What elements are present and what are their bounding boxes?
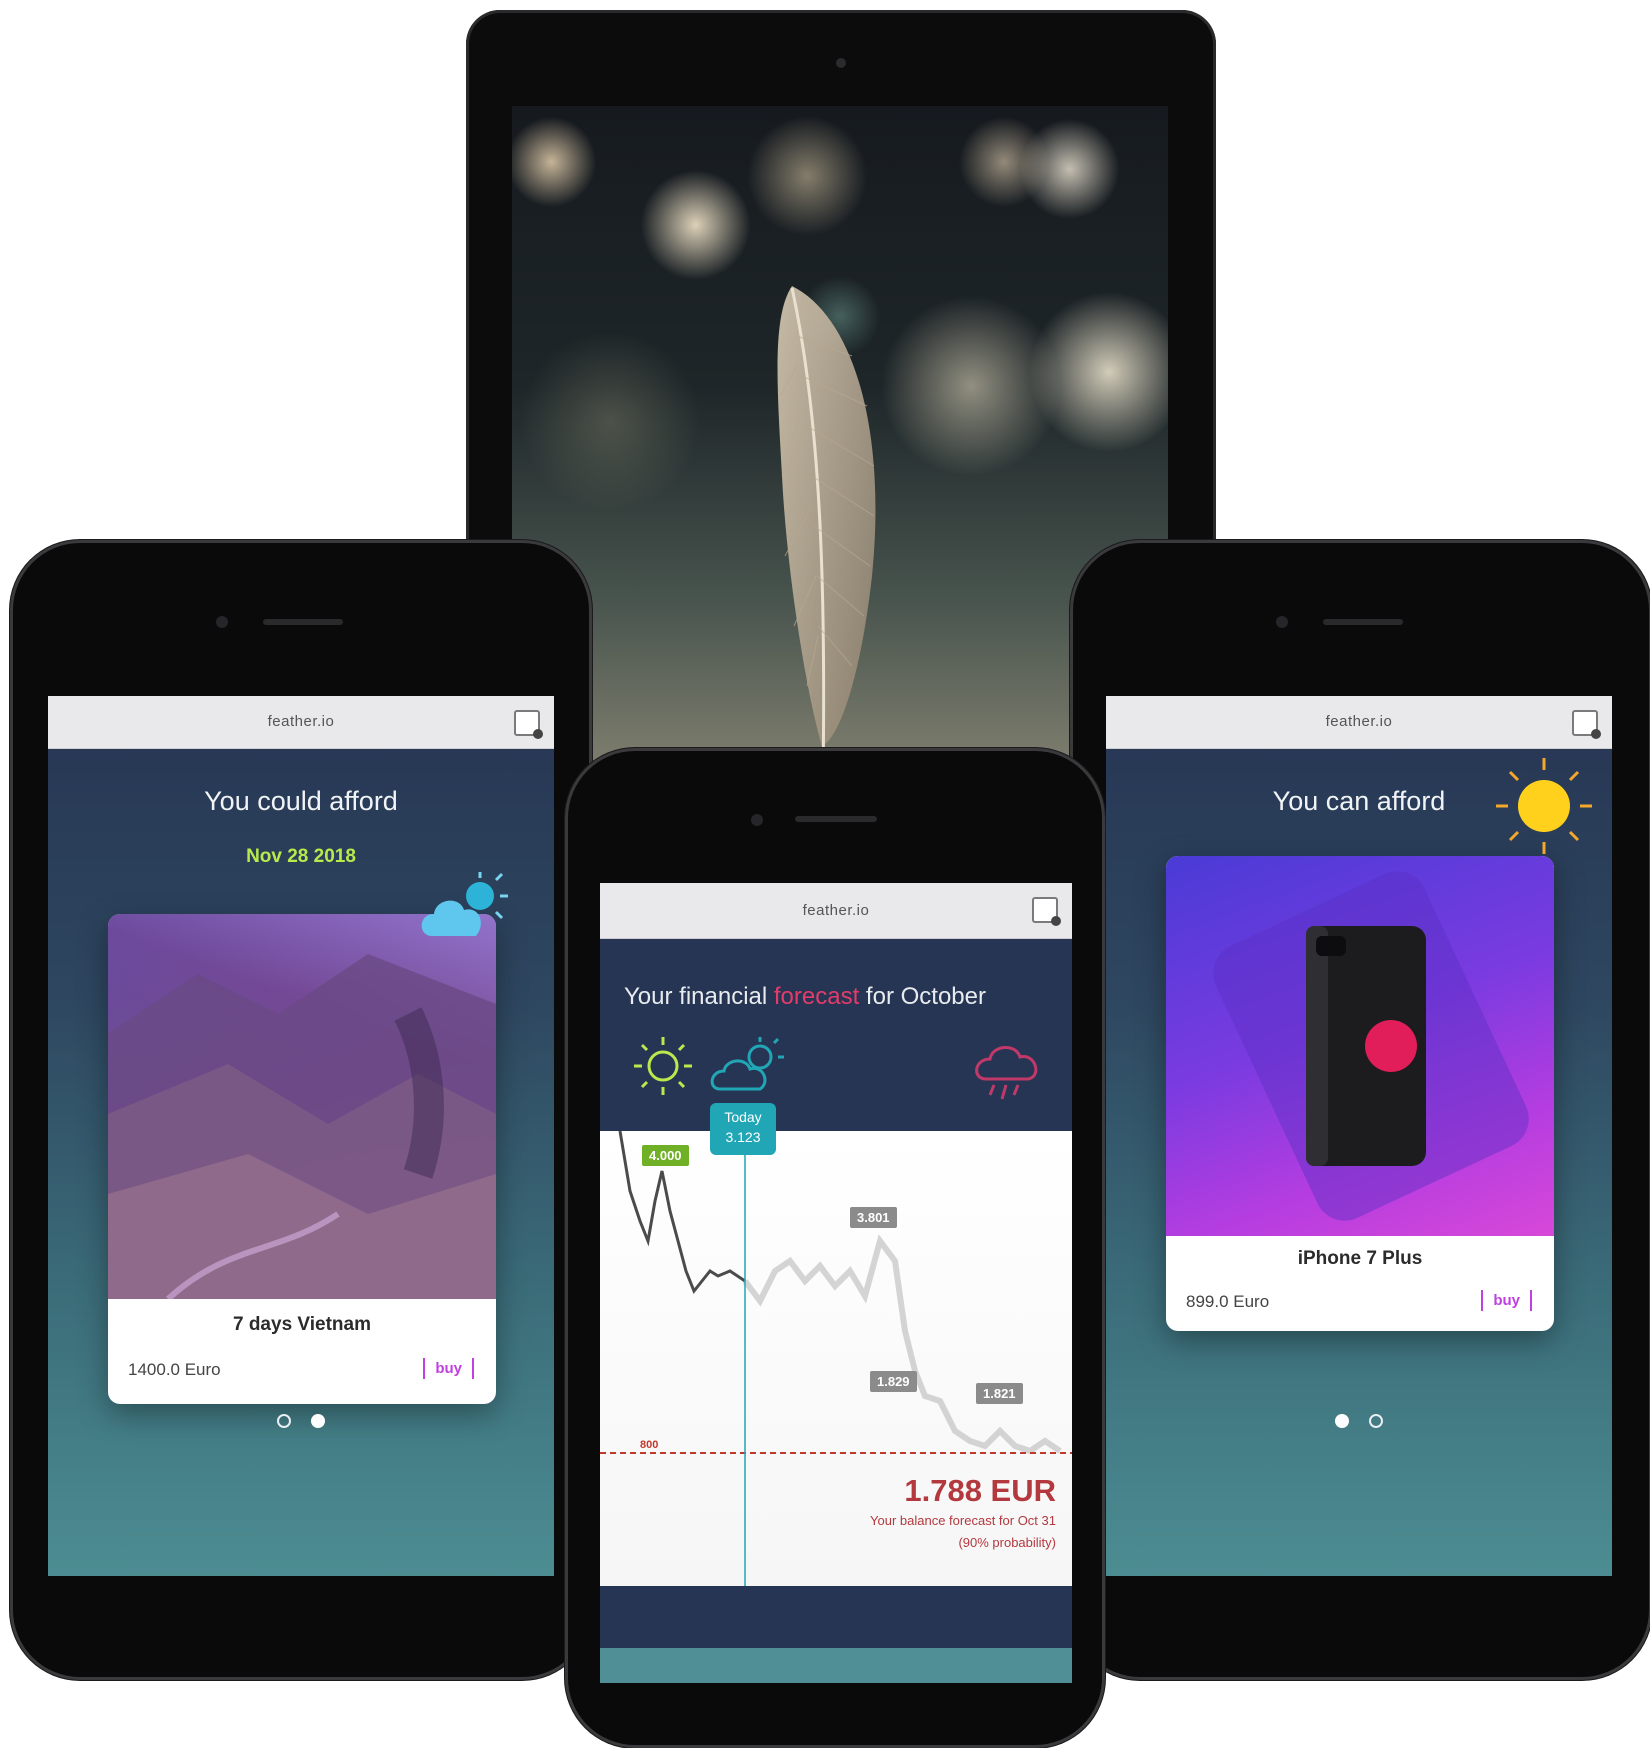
afford-date: Nov 28 2018 xyxy=(246,846,356,867)
tabs-icon[interactable] xyxy=(1032,897,1061,926)
left-phone-device: feather.io You could afford Nov 28 2018 … xyxy=(10,540,592,1680)
buy-button[interactable]: buy xyxy=(423,1358,474,1379)
headline: You could afford xyxy=(204,786,398,816)
page-indicator[interactable] xyxy=(1106,1414,1612,1433)
browser-url-bar[interactable]: feather.io xyxy=(600,883,1072,939)
tablet-camera xyxy=(836,58,846,68)
today-badge[interactable]: Today 3.123 xyxy=(710,1103,776,1155)
rain-cloud-icon xyxy=(975,1046,1038,1100)
tag-peak: 3.801 xyxy=(850,1207,897,1228)
right-phone-device: feather.io You can afford iPhone 7 Plus … xyxy=(1070,540,1650,1680)
center-phone-screen: feather.io Your financial forecast for O… xyxy=(600,883,1072,1683)
sun-icon xyxy=(634,1037,692,1095)
today-label: Today xyxy=(724,1109,762,1125)
balance-caption: Your balance forecast for Oct 31 xyxy=(870,1513,1056,1528)
right-phone-camera xyxy=(1276,616,1288,628)
page-indicator[interactable] xyxy=(48,1414,554,1433)
browser-url-bar[interactable]: feather.io xyxy=(1106,696,1612,749)
offer-card[interactable]: iPhone 7 Plus 899.0 Euro buy xyxy=(1166,856,1554,1331)
forecast-headline: Your financial forecast for October xyxy=(624,983,986,1011)
center-phone-speaker xyxy=(795,816,877,822)
balance-probability: (90% probability) xyxy=(958,1535,1056,1550)
cloud-sun-icon xyxy=(710,1037,784,1091)
left-phone-speaker xyxy=(263,619,343,625)
cloud-sun-icon xyxy=(421,872,508,936)
center-phone-camera xyxy=(751,814,763,826)
page-dot-1[interactable] xyxy=(1335,1414,1349,1428)
vietnam-image xyxy=(108,914,496,1302)
timeline-axis[interactable] xyxy=(600,1648,1072,1683)
buy-button[interactable]: buy xyxy=(1481,1290,1532,1311)
tag-low-2: 1.821 xyxy=(976,1383,1023,1404)
left-phone-screen: feather.io You could afford Nov 28 2018 … xyxy=(48,696,554,1576)
headline-highlight: forecast xyxy=(773,983,860,1010)
page-dot-2[interactable] xyxy=(311,1414,325,1428)
browser-url-bar[interactable]: feather.io xyxy=(48,696,554,749)
right-phone-speaker xyxy=(1323,619,1403,625)
threshold-label: 800 xyxy=(640,1439,659,1451)
right-phone-screen: feather.io You can afford iPhone 7 Plus … xyxy=(1106,696,1612,1576)
card-price: 899.0 Euro xyxy=(1186,1292,1270,1311)
iphone-image xyxy=(1166,856,1554,1236)
forecast-chart[interactable]: 4.000 3.801 1.829 1.821 800 1.788 EUR Yo… xyxy=(600,1130,1072,1586)
tag-low-1: 1.829 xyxy=(870,1371,917,1392)
headline-prefix: Your financial xyxy=(624,983,774,1010)
tabs-icon[interactable] xyxy=(1572,710,1601,739)
iphone-illustration xyxy=(1213,871,1529,1221)
page-dot-2[interactable] xyxy=(1369,1414,1383,1428)
feather-wallpaper-icon xyxy=(777,286,876,806)
card-title: iPhone 7 Plus xyxy=(1297,1248,1423,1269)
page-dot-1[interactable] xyxy=(277,1414,291,1428)
card-title: 7 days Vietnam xyxy=(232,1314,371,1335)
url-text: feather.io xyxy=(802,902,870,919)
url-text: feather.io xyxy=(1325,713,1393,730)
url-text: feather.io xyxy=(267,713,335,730)
headline-suffix: for October xyxy=(859,983,986,1010)
tabs-icon[interactable] xyxy=(514,710,543,739)
balance-value: 1.788 EUR xyxy=(904,1473,1056,1508)
sun-icon xyxy=(1496,758,1592,854)
card-price: 1400.0 Euro xyxy=(128,1360,221,1379)
left-phone-camera xyxy=(216,616,228,628)
forecast-line xyxy=(742,1234,1062,1455)
offer-card[interactable]: 7 days Vietnam 1400.0 Euro buy xyxy=(108,914,496,1404)
center-phone-device: feather.io Your financial forecast for O… xyxy=(565,748,1105,1748)
mountain-shapes xyxy=(108,954,496,1302)
today-value: 3.123 xyxy=(725,1129,761,1145)
tag-start: 4.000 xyxy=(642,1145,689,1166)
